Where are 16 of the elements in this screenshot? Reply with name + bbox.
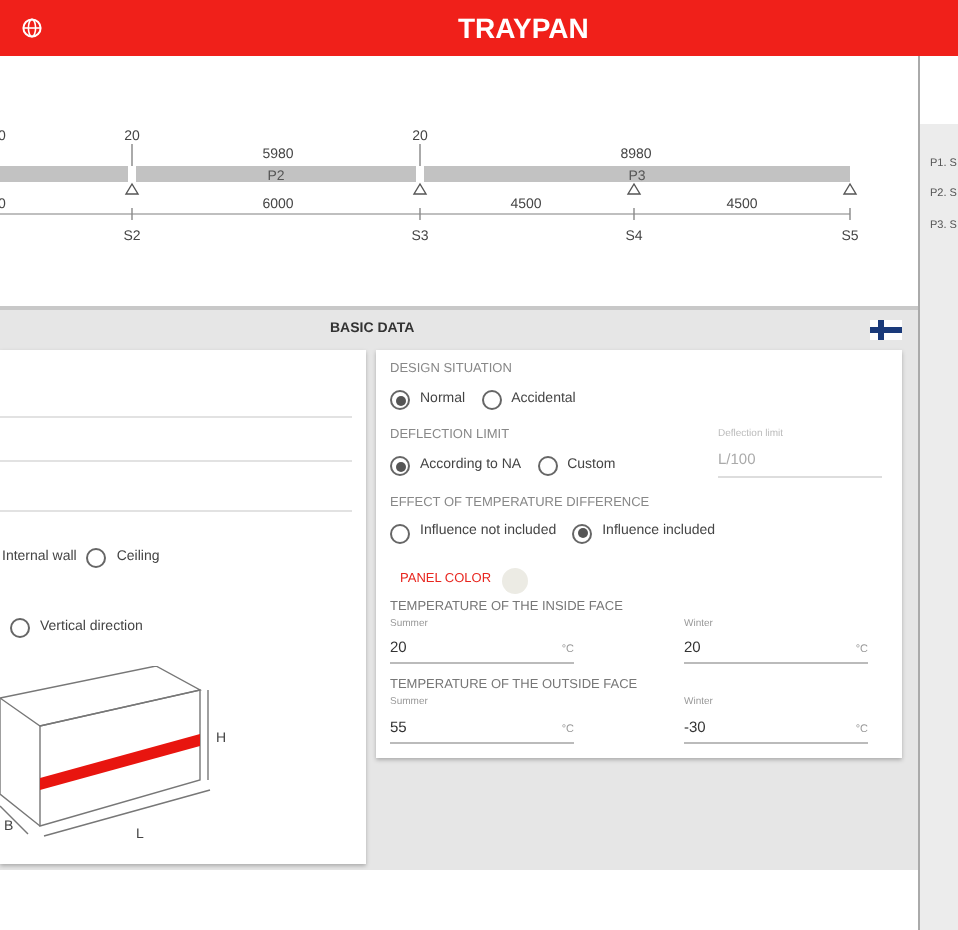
support-triangle-icon bbox=[626, 182, 642, 195]
radio-button[interactable] bbox=[537, 456, 558, 477]
radio-button[interactable] bbox=[86, 548, 107, 569]
globe-icon[interactable] bbox=[22, 18, 42, 38]
support-triangle-icon bbox=[842, 182, 858, 195]
radio-button[interactable] bbox=[481, 390, 502, 410]
radio-button[interactable] bbox=[390, 523, 410, 543]
radio-button[interactable] bbox=[390, 456, 410, 477]
radio-button[interactable] bbox=[390, 390, 410, 410]
support-triangle-icon bbox=[124, 182, 140, 195]
radio-button[interactable] bbox=[572, 523, 593, 543]
app-title: TRAYPAN bbox=[458, 9, 589, 47]
support-triangle-icon bbox=[412, 182, 428, 195]
color-swatch[interactable] bbox=[501, 567, 528, 594]
radio-button[interactable] bbox=[10, 617, 30, 638]
flag-icon[interactable] bbox=[870, 320, 902, 340]
